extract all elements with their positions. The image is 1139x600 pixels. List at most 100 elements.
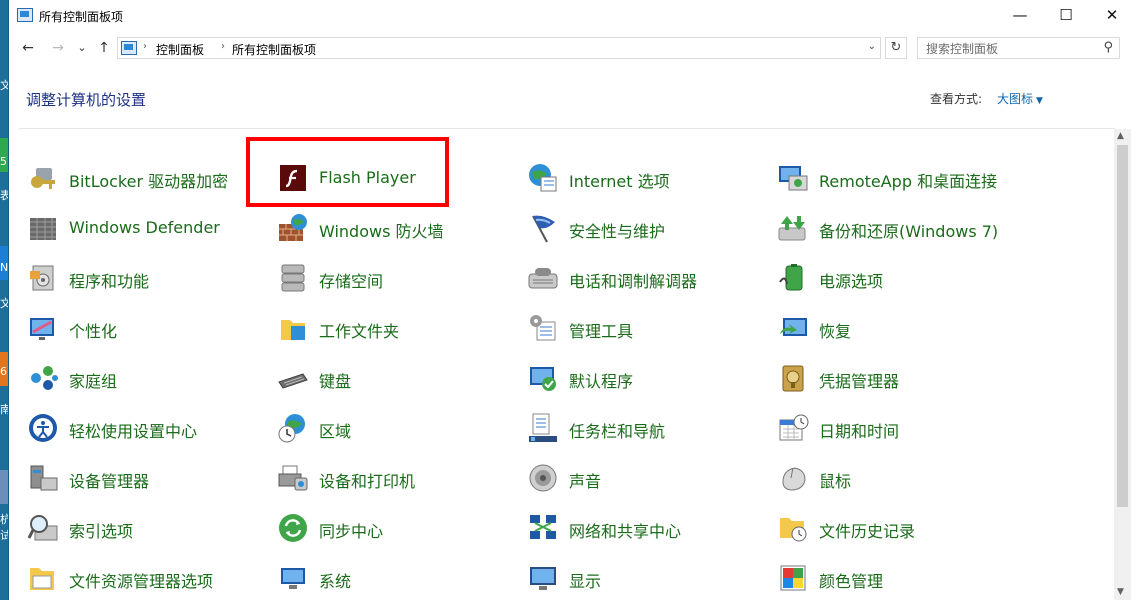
item-label: 文件历史记录 (819, 522, 916, 541)
search-box[interactable]: ⚲ (917, 37, 1120, 59)
sound-icon (527, 462, 559, 494)
item-label: 存储空间 (319, 272, 384, 291)
item-label: RemoteApp 和桌面连接 (819, 172, 998, 191)
item-label: 备份和还原(Windows 7) (819, 222, 999, 241)
power-options-icon (777, 262, 809, 294)
item-label: 鼠标 (819, 472, 852, 491)
close-button[interactable]: ✕ (1089, 0, 1135, 31)
ease-of-access-icon (27, 412, 59, 444)
maximize-button[interactable]: ☐ (1043, 0, 1089, 31)
item-label: Windows 防火墙 (319, 222, 444, 241)
color-management-icon (777, 562, 809, 594)
item-label: 默认程序 (569, 372, 634, 391)
recovery-icon (777, 312, 809, 344)
item-label: 个性化 (69, 322, 118, 341)
item-label: 设备管理器 (69, 472, 150, 491)
control-panel-icon (17, 8, 33, 22)
view-by-value: 大图标 (997, 92, 1034, 106)
control-panel-icon (121, 41, 137, 55)
dropdown-arrow-icon: ▼ (1036, 96, 1043, 106)
item-label: 区域 (319, 422, 352, 441)
network-sharing-icon (527, 512, 559, 544)
phone-modem-icon (527, 262, 559, 294)
date-time-icon (777, 412, 809, 444)
item-label: 设备和打印机 (319, 472, 416, 491)
title-bar[interactable]: 所有控制面板项 — ☐ ✕ (9, 0, 1139, 31)
security-maintenance-icon (527, 212, 559, 244)
item-label: 恢复 (819, 322, 852, 341)
indexing-options-icon (27, 512, 59, 544)
item-label: 网络和共享中心 (569, 522, 682, 541)
item-label: 家庭组 (69, 372, 118, 391)
up-button[interactable]: ↑ (93, 38, 115, 58)
item-label: 任务栏和导航 (569, 422, 666, 441)
breadcrumb-all-items[interactable]: 所有控制面板项 (232, 41, 316, 58)
default-programs-icon (527, 362, 559, 394)
desktop-label: 6 (0, 365, 7, 378)
item-label: 文件资源管理器选项 (69, 572, 214, 591)
item-label: 轻松使用设置中心 (69, 422, 198, 441)
keyboard-icon (277, 362, 309, 394)
item-label: BitLocker 驱动器加密 (69, 172, 229, 191)
flash-player-highlight (246, 137, 449, 207)
recent-locations-button[interactable]: ⌄ (71, 38, 93, 58)
window-title: 所有控制面板项 (39, 10, 124, 24)
taskbar-navigation-icon (527, 412, 559, 444)
scroll-down-arrow-icon[interactable]: ▼ (1117, 587, 1124, 597)
explorer-options-icon (27, 562, 59, 594)
firewall-icon (277, 212, 309, 244)
items-grid: BitLocker 驱动器加密 Flash Player Internet 选项… (9, 129, 1114, 600)
file-history-icon (777, 512, 809, 544)
devices-printers-icon (277, 462, 309, 494)
personalization-icon (27, 312, 59, 344)
refresh-button[interactable]: ↻ (885, 37, 907, 59)
page-title: 调整计算机的设置 (26, 91, 147, 109)
remoteapp-icon (777, 162, 809, 194)
breadcrumb-separator[interactable]: › (143, 41, 147, 52)
windows-defender-icon (27, 212, 59, 244)
region-icon (277, 412, 309, 444)
item-label: Internet 选项 (569, 172, 670, 191)
item-label: 程序和功能 (69, 272, 150, 291)
programs-features-icon (27, 262, 59, 294)
breadcrumb-control-panel[interactable]: 控制面板 (156, 41, 204, 58)
item-label: 电话和调制解调器 (569, 272, 698, 291)
storage-spaces-icon (277, 262, 309, 294)
scrollbar-thumb[interactable] (1117, 145, 1128, 507)
search-icon[interactable]: ⚲ (1103, 40, 1113, 55)
item-label: 颜色管理 (819, 572, 884, 591)
minimize-button[interactable]: — (997, 0, 1043, 31)
address-bar[interactable]: › 控制面板 › 所有控制面板项 ⌄ (117, 37, 881, 59)
view-by-label: 查看方式: (930, 92, 983, 106)
forward-button[interactable]: → (47, 38, 69, 58)
backup-restore-icon (777, 212, 809, 244)
item-label: 索引选项 (69, 522, 134, 541)
work-folders-icon (277, 312, 309, 344)
item-label: 工作文件夹 (319, 322, 400, 341)
credential-manager-icon (777, 362, 809, 394)
item-label: 声音 (569, 472, 602, 491)
address-dropdown-button[interactable]: ⌄ (868, 41, 876, 52)
item-label: 凭据管理器 (819, 372, 900, 391)
item-label: 日期和时间 (819, 422, 900, 441)
item-label: 同步中心 (319, 522, 384, 541)
search-input[interactable] (918, 39, 1088, 59)
view-by-dropdown[interactable]: 大图标 ▼ (997, 90, 1043, 107)
display-icon (527, 562, 559, 594)
back-button[interactable]: ← (17, 38, 39, 58)
item-label: 键盘 (319, 372, 352, 391)
homegroup-icon (27, 362, 59, 394)
desktop-label: N (0, 261, 9, 274)
breadcrumb-separator[interactable]: › (221, 41, 225, 52)
scroll-up-arrow-icon[interactable]: ▲ (1117, 131, 1124, 141)
system-icon (277, 562, 309, 594)
sync-center-icon (277, 512, 309, 544)
control-panel-window: 所有控制面板项 — ☐ ✕ ← → ⌄ ↑ › 控制面板 › 所有控制面板项 ⌄… (8, 0, 1139, 600)
item-label: 系统 (319, 572, 352, 591)
item-label: 安全性与维护 (569, 222, 666, 241)
vertical-scrollbar[interactable]: ▲ ▼ (1114, 129, 1131, 600)
desktop-label: 5 (0, 155, 7, 168)
admin-tools-icon (527, 312, 559, 344)
navigation-bar: ← → ⌄ ↑ › 控制面板 › 所有控制面板项 ⌄ ↻ ⚲ (9, 32, 1139, 64)
device-manager-icon (27, 462, 59, 494)
